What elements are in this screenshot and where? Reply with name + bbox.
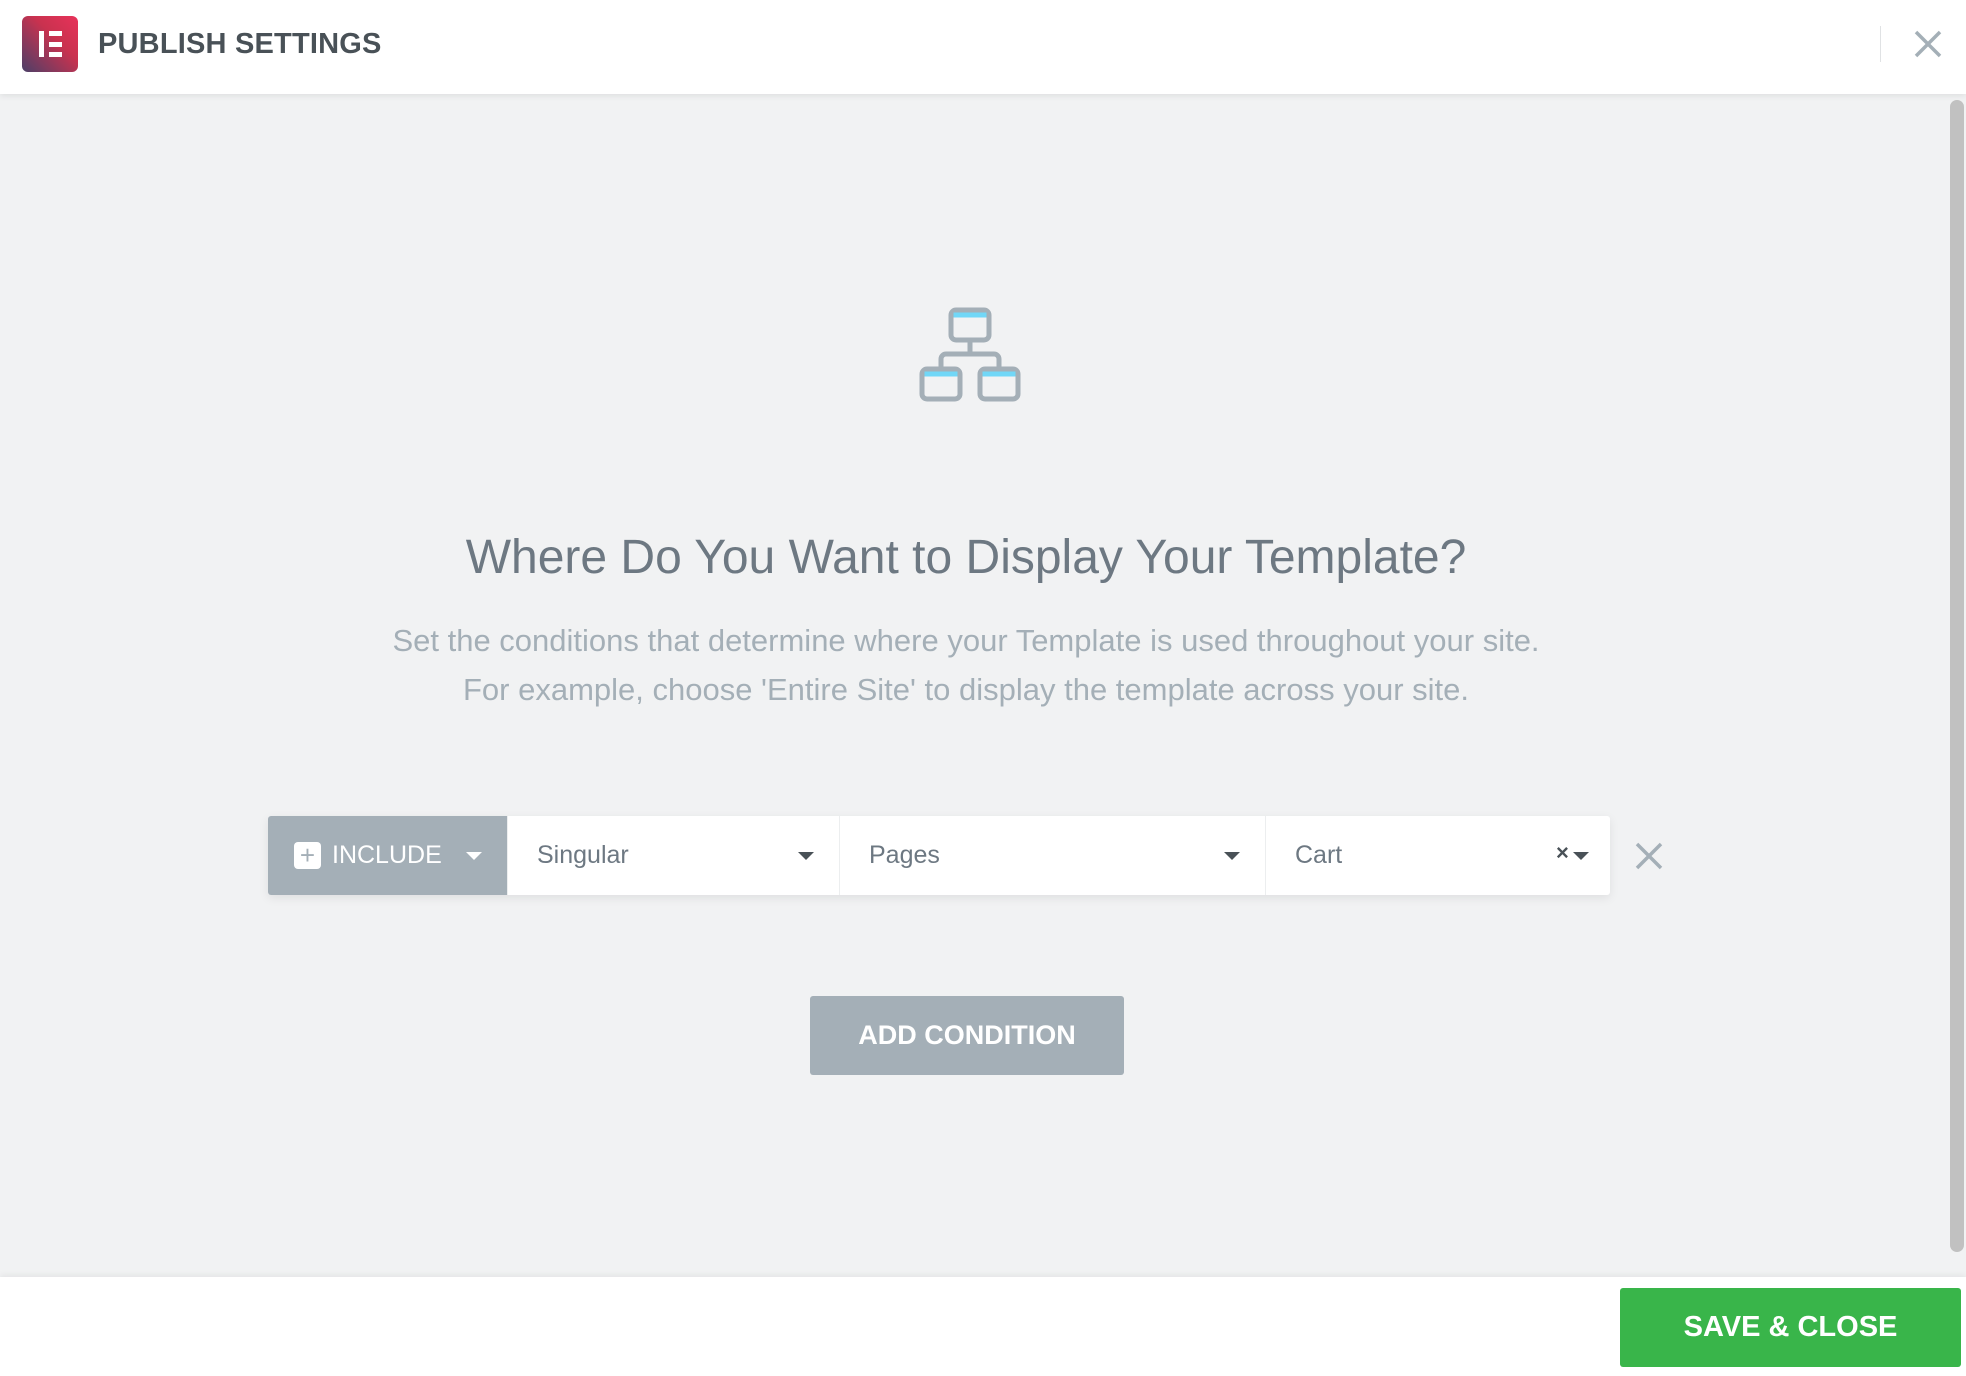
sitemap-icon	[919, 307, 1021, 402]
scrollbar[interactable]	[1950, 100, 1964, 1252]
include-select[interactable]: + INCLUDE	[268, 816, 508, 895]
remove-condition-icon[interactable]	[1633, 840, 1665, 872]
page-heading: Where Do You Want to Display Your Templa…	[465, 531, 1467, 584]
item-value: Cart	[1295, 841, 1343, 869]
plus-icon: +	[294, 842, 321, 869]
subtype-select[interactable]: Pages	[840, 816, 1266, 895]
chevron-down-icon	[466, 852, 482, 860]
modal-header: PUBLISH SETTINGS	[0, 0, 1966, 94]
chevron-down-icon	[798, 852, 814, 860]
close-icon[interactable]	[1910, 26, 1946, 62]
scope-value: Singular	[537, 841, 629, 869]
include-label: INCLUDE	[332, 841, 442, 869]
subtype-value: Pages	[869, 841, 940, 869]
chevron-down-icon	[1224, 852, 1240, 860]
add-condition-button[interactable]: ADD CONDITION	[810, 996, 1124, 1075]
item-select[interactable]: Cart ×	[1266, 816, 1610, 895]
description-line-1: Set the conditions that determine where …	[392, 623, 1540, 658]
description-line-2: For example, choose 'Entire Site' to dis…	[462, 672, 1470, 707]
chevron-down-icon	[1573, 852, 1589, 860]
modal-title: PUBLISH SETTINGS	[98, 28, 382, 60]
scope-select[interactable]: Singular	[508, 816, 840, 895]
header-divider	[1880, 26, 1881, 62]
elementor-logo-icon	[22, 16, 78, 72]
condition-row: + INCLUDE Singular Pages Cart ×	[268, 816, 1610, 895]
save-and-close-button[interactable]: SAVE & CLOSE	[1620, 1288, 1961, 1367]
clear-icon[interactable]: ×	[1556, 840, 1569, 866]
